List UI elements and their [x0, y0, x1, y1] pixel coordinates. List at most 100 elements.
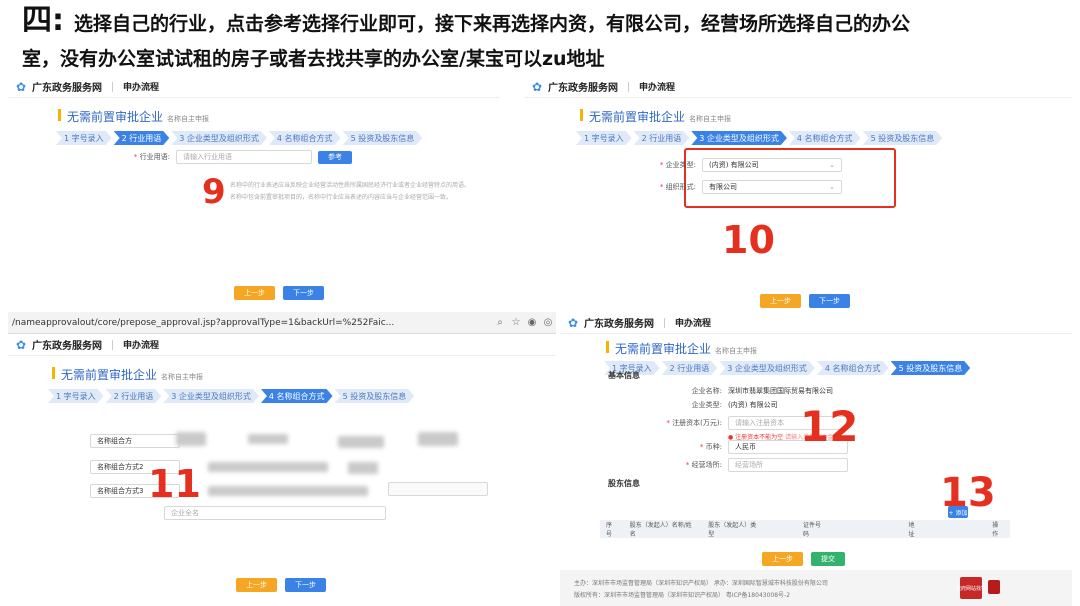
prev-button[interactable]: 上一步 — [760, 294, 801, 308]
site-header: ✿ 广东政务服务网 申办流程 — [560, 312, 1072, 334]
company-type-value: (内资) 有限公司 — [728, 401, 778, 409]
prev-button[interactable]: 上一步 — [234, 286, 275, 300]
step-5: 5 投资及股东信息 — [863, 131, 943, 145]
step-4: 4 名称组合方式 — [817, 361, 889, 375]
combo-3-input[interactable] — [388, 482, 488, 496]
industry-field: * 行业用语: 请输入行业用语 参考 — [108, 150, 352, 164]
company-type-field: * 企业类型: (内资) 有限公司 ⌄ — [634, 158, 842, 172]
step-2: 2 行业用语 — [662, 361, 718, 375]
step-1: 1 字号录入 — [576, 131, 632, 145]
step-number: 四: — [22, 3, 64, 38]
annotation-12: 12 — [800, 402, 859, 451]
submit-button[interactable]: 提交 — [811, 552, 845, 566]
combo-1-option[interactable]: 名称组合方 — [90, 434, 180, 448]
step-3: 3 企业类型及组织形式 — [163, 389, 259, 403]
step-2: 2 行业用语 — [114, 131, 170, 145]
step-2: 2 行业用语 — [106, 389, 162, 403]
annotation-10: 10 — [722, 218, 775, 262]
extension-icon[interactable]: ◉ — [524, 317, 540, 328]
step-2: 2 行业用语 — [634, 131, 690, 145]
site-header: ✿ 广东政务服务网 申办流程 — [8, 334, 556, 356]
page-footer: 主办：深圳市市场监督管理局（深圳市知识产权局） 承办：深圳国际智慧城市科技股份有… — [560, 570, 1072, 606]
step-progress: 1 字号录入 2 行业用语 3 企业类型及组织形式 4 名称组合方式 5 投资及… — [56, 131, 500, 145]
site-name[interactable]: 广东政务服务网 — [548, 79, 618, 94]
site-header: ✿ 广东政务服务网 申办流程 — [8, 76, 500, 98]
industry-input[interactable]: 请输入行业用语 — [176, 150, 312, 164]
gov-logo-icon: ✿ — [16, 337, 27, 352]
slide-title: 四: 选择自己的行业，点击参考选择行业即可，接下来再选择内资，有限公司，经营场所选… — [22, 4, 1062, 74]
zoom-icon[interactable]: ⌕ — [492, 317, 508, 328]
redacted-block — [208, 462, 328, 472]
industry-note-2: 名称中包含前置审批项目的，名称中行业应当表述的内容应当与企业经营范围一致。 — [230, 194, 453, 201]
premises-input[interactable]: 经营场所 — [728, 458, 848, 472]
gov-seal-icon[interactable]: 政府网站找错 — [956, 577, 986, 599]
site-name[interactable]: 广东政务服务网 — [32, 337, 102, 352]
footer-line-2: 版权所有：深圳市市场监督管理局（深圳市知识产权局） 粤ICP备18043008号… — [574, 592, 791, 599]
annotation-11: 11 — [148, 462, 201, 506]
org-form-field: * 组织形式: 有限公司 ⌄ — [634, 180, 842, 194]
gov-logo-icon: ✿ — [16, 79, 27, 94]
step-4: 4 名称组合方式 — [261, 389, 333, 403]
extension-icon-2[interactable]: ◎ — [540, 317, 556, 328]
star-icon[interactable]: ☆ — [508, 317, 524, 328]
flow-link[interactable]: 申办流程 — [123, 338, 159, 351]
address-bar[interactable]: /nameapprovalout/core/prepose_approval.j… — [12, 318, 492, 328]
company-type-select[interactable]: (内资) 有限公司 ⌄ — [702, 158, 842, 172]
next-button[interactable]: 下一步 — [283, 286, 324, 300]
step-4: 4 名称组合方式 — [789, 131, 861, 145]
next-button[interactable]: 下一步 — [809, 294, 850, 308]
company-fullname-input[interactable]: 企业全名 — [164, 506, 386, 520]
next-button[interactable]: 下一步 — [285, 578, 326, 592]
company-name-row: 企业名称: 深圳市翡翠集团国际贸易有限公司 — [691, 387, 833, 395]
emblem-icon — [988, 580, 1000, 594]
chevron-down-icon: ⌄ — [829, 183, 835, 191]
company-type-row: 企业类型: (内资) 有限公司 — [691, 401, 778, 409]
flow-link[interactable]: 申办流程 — [675, 316, 711, 329]
flow-link[interactable]: 申办流程 — [123, 80, 159, 93]
screenshot-investment-info: ✿ 广东政务服务网 申办流程 无需前置审批企业 名称自主申报 1 字号录入 2 … — [560, 312, 1072, 606]
footer-line-1: 主办：深圳市市场监督管理局（深圳市知识产权局） 承办：深圳国际智慧城市科技股份有… — [574, 580, 828, 587]
redacted-block — [248, 434, 288, 444]
redacted-block — [208, 486, 368, 496]
redacted-block — [348, 462, 378, 474]
redacted-block — [176, 432, 206, 446]
company-name-value: 深圳市翡翠集团国际贸易有限公司 — [728, 387, 833, 395]
browser-bar: /nameapprovalout/core/prepose_approval.j… — [8, 312, 556, 334]
prev-button[interactable]: 上一步 — [236, 578, 277, 592]
gov-logo-icon: ✿ — [568, 315, 579, 330]
highlight-frame — [684, 148, 896, 208]
redacted-block — [338, 436, 384, 448]
org-form-select[interactable]: 有限公司 ⌄ — [702, 180, 842, 194]
step-progress: 1 字号录入 2 行业用语 3 企业类型及组织形式 4 名称组合方式 5 投资及… — [48, 389, 556, 403]
step-5: 5 投资及股东信息 — [343, 131, 423, 145]
title-line-2: 室，没有办公室试试租的房子或者去找共享的办公室/某宝可以zu地址 — [22, 48, 605, 70]
step-3: 3 企业类型及组织形式 — [171, 131, 267, 145]
annotation-13: 13 — [940, 470, 996, 516]
site-header: ✿ 广东政务服务网 申办流程 — [524, 76, 1072, 98]
reference-button[interactable]: 参考 — [318, 150, 352, 164]
industry-note-1: 名称中的行业表述应当反映企业经营活动性质所属国民经济行业或者企业经营特点的用语。 — [230, 182, 471, 189]
basic-info-heading: 基本信息 — [608, 371, 640, 380]
step-progress: 1 字号录入 2 行业用语 3 企业类型及组织形式 4 名称组合方式 5 投资及… — [604, 361, 1072, 375]
shareholder-table-header: 序号 股东（发起人）名称/姓名 股东（发起人）类型 证件号码 地址 操作 — [600, 520, 1010, 538]
step-1: 1 字号录入 — [56, 131, 112, 145]
screenshot-name-combination: /nameapprovalout/core/prepose_approval.j… — [8, 312, 556, 606]
step-4: 4 名称组合方式 — [269, 131, 341, 145]
redacted-block — [418, 432, 458, 446]
site-name[interactable]: 广东政务服务网 — [32, 79, 102, 94]
step-1: 1 字号录入 — [48, 389, 104, 403]
screenshot-company-type: ✿ 广东政务服务网 申办流程 无需前置审批企业 名称自主申报 1 字号录入 2 … — [524, 76, 1072, 312]
page-title: 无需前置审批企业 名称自主申报 — [580, 108, 1072, 125]
screenshot-industry: ✿ 广东政务服务网 申办流程 无需前置审批企业 名称自主申报 1 字号录入 2 … — [8, 76, 500, 304]
gov-logo-icon: ✿ — [532, 79, 543, 94]
combo-1-field: 名称组合方 — [90, 434, 180, 448]
chevron-down-icon: ⌄ — [829, 161, 835, 169]
page-title: 无需前置审批企业 名称自主申报 — [58, 108, 500, 125]
back-button[interactable]: 上一步 — [762, 552, 803, 566]
flow-link[interactable]: 申办流程 — [639, 80, 675, 93]
step-progress: 1 字号录入 2 行业用语 3 企业类型及组织形式 4 名称组合方式 5 投资及… — [576, 131, 1072, 145]
site-name[interactable]: 广东政务服务网 — [584, 315, 654, 330]
step-3: 3 企业类型及组织形式 — [691, 131, 787, 145]
premises-row: * 经营场所: 经营场所 — [660, 458, 848, 472]
title-line-1: 选择自己的行业，点击参考选择行业即可，接下来再选择内资，有限公司，经营场所选择自… — [74, 13, 911, 35]
